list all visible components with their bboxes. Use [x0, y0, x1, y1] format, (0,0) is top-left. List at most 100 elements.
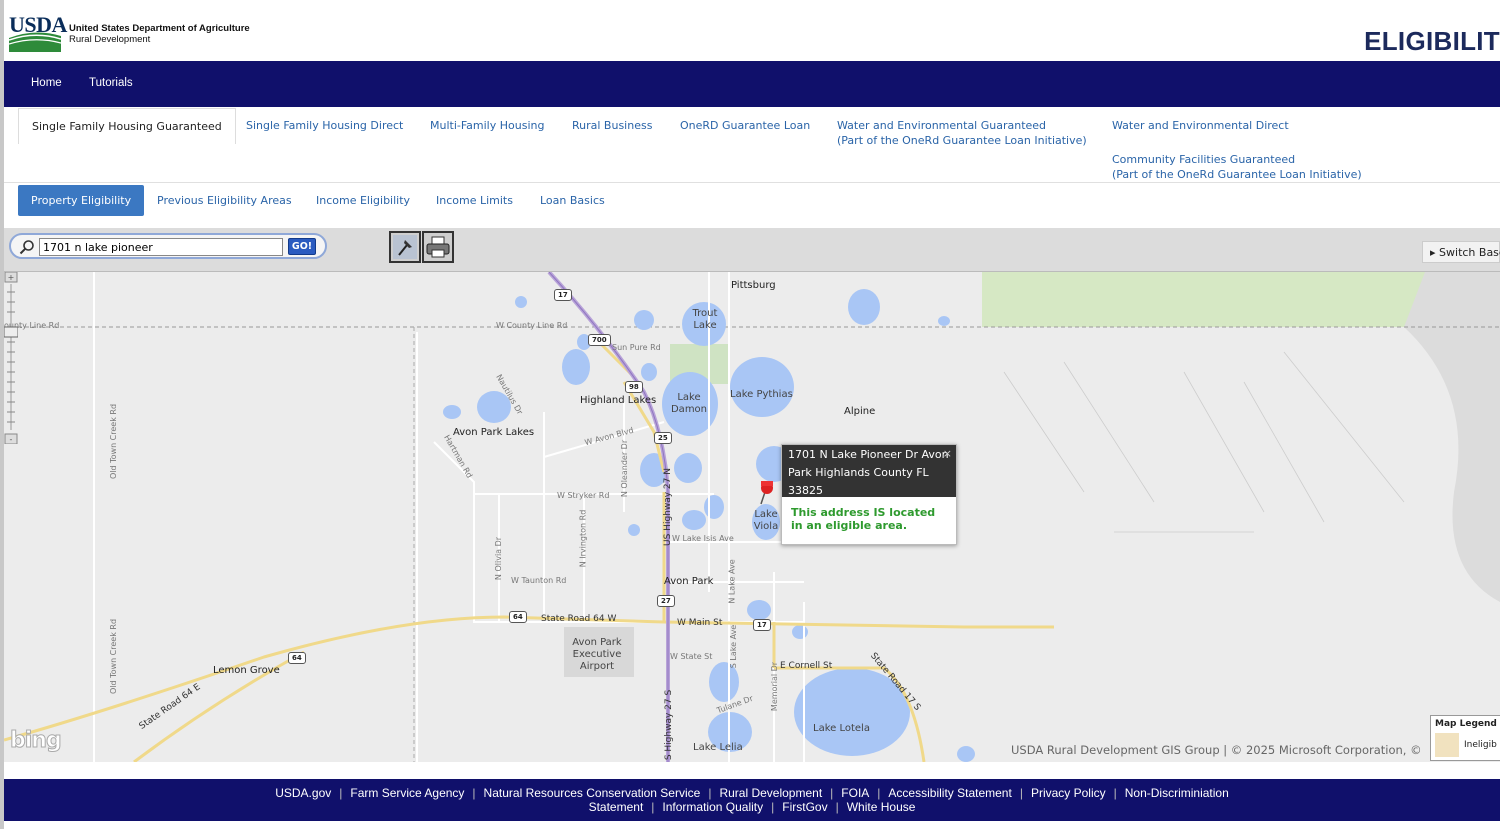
footer-link[interactable]: Privacy Policy [1031, 786, 1106, 800]
place-avon-park-lakes: Avon Park Lakes [453, 427, 535, 438]
subtab-previous-areas[interactable]: Previous Eligibility Areas [157, 194, 292, 207]
map-legend: Map Legend Ineligib [1430, 715, 1500, 761]
shield-64-west: 64 [288, 652, 306, 664]
place-lake-pythias: Lake Pythias [730, 389, 793, 400]
road-us27s: S Highway 27 S [664, 689, 675, 761]
switch-basemap-button[interactable]: ▸ Switch Base [1422, 241, 1500, 263]
footer-separator: | [835, 800, 839, 814]
print-button[interactable] [422, 231, 454, 263]
tab-water-guaranteed-label: Water and Environmental Guaranteed [837, 119, 1047, 132]
road-county-line: W County Line Rd [496, 321, 568, 330]
footer-separator: | [708, 786, 712, 800]
zoom-slider[interactable]: + - [4, 272, 18, 444]
subtab-loan-basics[interactable]: Loan Basics [540, 194, 605, 207]
tab-onerd[interactable]: OneRD Guarantee Loan [680, 118, 810, 133]
pin-tool-icon [393, 235, 417, 259]
popup-address-line1: 1701 N Lake Pioneer Dr Avon [788, 448, 949, 461]
place-lake-lelia: Lake Lelia [693, 742, 743, 753]
shield-64: 64 [509, 611, 527, 623]
address-popup: 1701 N Lake Pioneer Dr Avon Park Highlan… [781, 444, 957, 545]
subtab-income-limits[interactable]: Income Limits [436, 194, 513, 207]
shield-27: 27 [657, 595, 675, 607]
footer-link[interactable]: Information Quality [662, 800, 763, 814]
shield-17: 17 [554, 289, 572, 301]
road-stryker: W Stryker Rd [557, 491, 610, 500]
agency-name: United States Department of Agriculture … [69, 23, 250, 45]
agency-sub-line: Rural Development [69, 34, 151, 45]
usda-logo-text: USDA [9, 12, 67, 37]
tab-multi-family[interactable]: Multi-Family Housing [430, 118, 544, 133]
eligibility-result: This address IS located in an eligible a… [791, 506, 936, 532]
place-trout-lake: Trout Lake [692, 308, 718, 331]
footer-separator: | [1019, 786, 1023, 800]
popup-close-icon[interactable]: × [943, 447, 952, 460]
eligibility-map[interactable]: Pittsburg Trout Lake Highland Lakes Lake… [4, 272, 1500, 762]
road-olivia: N Olivia Dr [494, 536, 504, 581]
footer-link[interactable]: Statement [589, 800, 644, 814]
footer-link[interactable]: White House [847, 800, 916, 814]
tab-community-guaranteed[interactable]: Community Facilities Guaranteed (Part of… [1112, 152, 1362, 182]
place-avon-park: Avon Park [664, 576, 714, 587]
map-attribution: USDA Rural Development GIS Group | © 202… [1011, 743, 1422, 757]
nav-home[interactable]: Home [31, 77, 62, 89]
road-irvington: N Irvington Rd [578, 509, 588, 568]
legend-title: Map Legend [1435, 719, 1497, 729]
tab-community-guaranteed-note: (Part of the OneRd Guarantee Loan Initia… [1112, 168, 1362, 181]
legend-swatch [1435, 733, 1459, 757]
zoom-out-icon: - [10, 435, 13, 444]
ineligible-area-shape [982, 272, 1425, 327]
page: USDA United States Department of Agricul… [0, 0, 1500, 829]
footer-link[interactable]: FirstGov [782, 800, 827, 814]
tab-rural-business[interactable]: Rural Business [572, 118, 652, 133]
road-taunton: W Taunton Rd [511, 576, 567, 585]
road-sr64: State Road 64 W [541, 614, 617, 624]
subtab-income-eligibility[interactable]: Income Eligibility [316, 194, 410, 207]
subtab-property-eligibility[interactable]: Property Eligibility [18, 185, 145, 216]
popup-header: 1701 N Lake Pioneer Dr Avon Park Highlan… [782, 445, 956, 497]
footer-link[interactable]: Accessibility Statement [888, 786, 1011, 800]
location-pin-icon[interactable] [760, 481, 773, 505]
footer-link[interactable]: Rural Development [719, 786, 822, 800]
place-pittsburg: Pittsburg [731, 280, 776, 291]
place-lake-damon: Lake Damon [670, 392, 708, 415]
place-highland-lakes: Highland Lakes [580, 395, 657, 406]
place-lake-viola: Lake Viola [753, 509, 779, 532]
sub-tabs: Property Eligibility Previous Eligibilit… [4, 183, 1500, 228]
footer-link[interactable]: USDA.gov [275, 786, 331, 800]
tab-community-guaranteed-label: Community Facilities Guaranteed [1112, 153, 1296, 166]
printer-icon [426, 236, 450, 258]
footer-links-row2: Statement | Information Quality | FirstGov | W… [4, 800, 1500, 814]
footer-separator: | [877, 786, 881, 800]
road-old-town-creek: Old Town Creek Rd [109, 403, 119, 480]
tab-water-direct[interactable]: Water and Environmental Direct [1112, 118, 1289, 133]
place-alpine: Alpine [844, 406, 876, 417]
road-lake-ave-s: S Lake Ave [729, 624, 739, 669]
tab-sfh-direct[interactable]: Single Family Housing Direct [246, 118, 403, 133]
road-cornell: E Cornell St [780, 661, 833, 671]
zoom-in-icon: + [8, 273, 15, 282]
address-search-input[interactable] [39, 238, 283, 256]
footer-separator: | [1113, 786, 1117, 800]
header: USDA United States Department of Agricul… [4, 0, 1500, 61]
footer-separator: | [771, 800, 775, 814]
shield-700: 700 [588, 334, 611, 346]
page-title: ELIGIBILIT [1364, 26, 1500, 56]
footer-separator: | [339, 786, 343, 800]
footer-link[interactable]: FOIA [841, 786, 869, 800]
nav-tutorials[interactable]: Tutorials [89, 77, 133, 89]
program-tabs: Single Family Housing Guaranteed Single … [4, 107, 1500, 183]
caret-right-icon: ▸ [1430, 246, 1436, 259]
identify-tool-button[interactable] [389, 231, 421, 263]
popup-address-line2: Park Highlands County FL [788, 466, 929, 479]
tab-sfh-guaranteed[interactable]: Single Family Housing Guaranteed [18, 108, 236, 144]
footer-link[interactable]: Farm Service Agency [350, 786, 464, 800]
road-state-st: W State St [670, 652, 713, 661]
go-button[interactable]: GO! [288, 238, 316, 255]
footer-link[interactable]: Non-Discriminiation [1125, 786, 1229, 800]
tab-water-guaranteed[interactable]: Water and Environmental Guaranteed (Part… [837, 118, 1087, 148]
shield-17-south: 17 [753, 619, 771, 631]
road-old-town-creek-2: Old Town Creek Rd [109, 618, 119, 695]
footer-link[interactable]: Natural Resources Conservation Service [484, 786, 701, 800]
footer-links-row1: USDA.gov | Farm Service Agency | Natural Res… [4, 786, 1500, 800]
map-toolbar: GO! ▸ Switch Base [4, 228, 1500, 272]
